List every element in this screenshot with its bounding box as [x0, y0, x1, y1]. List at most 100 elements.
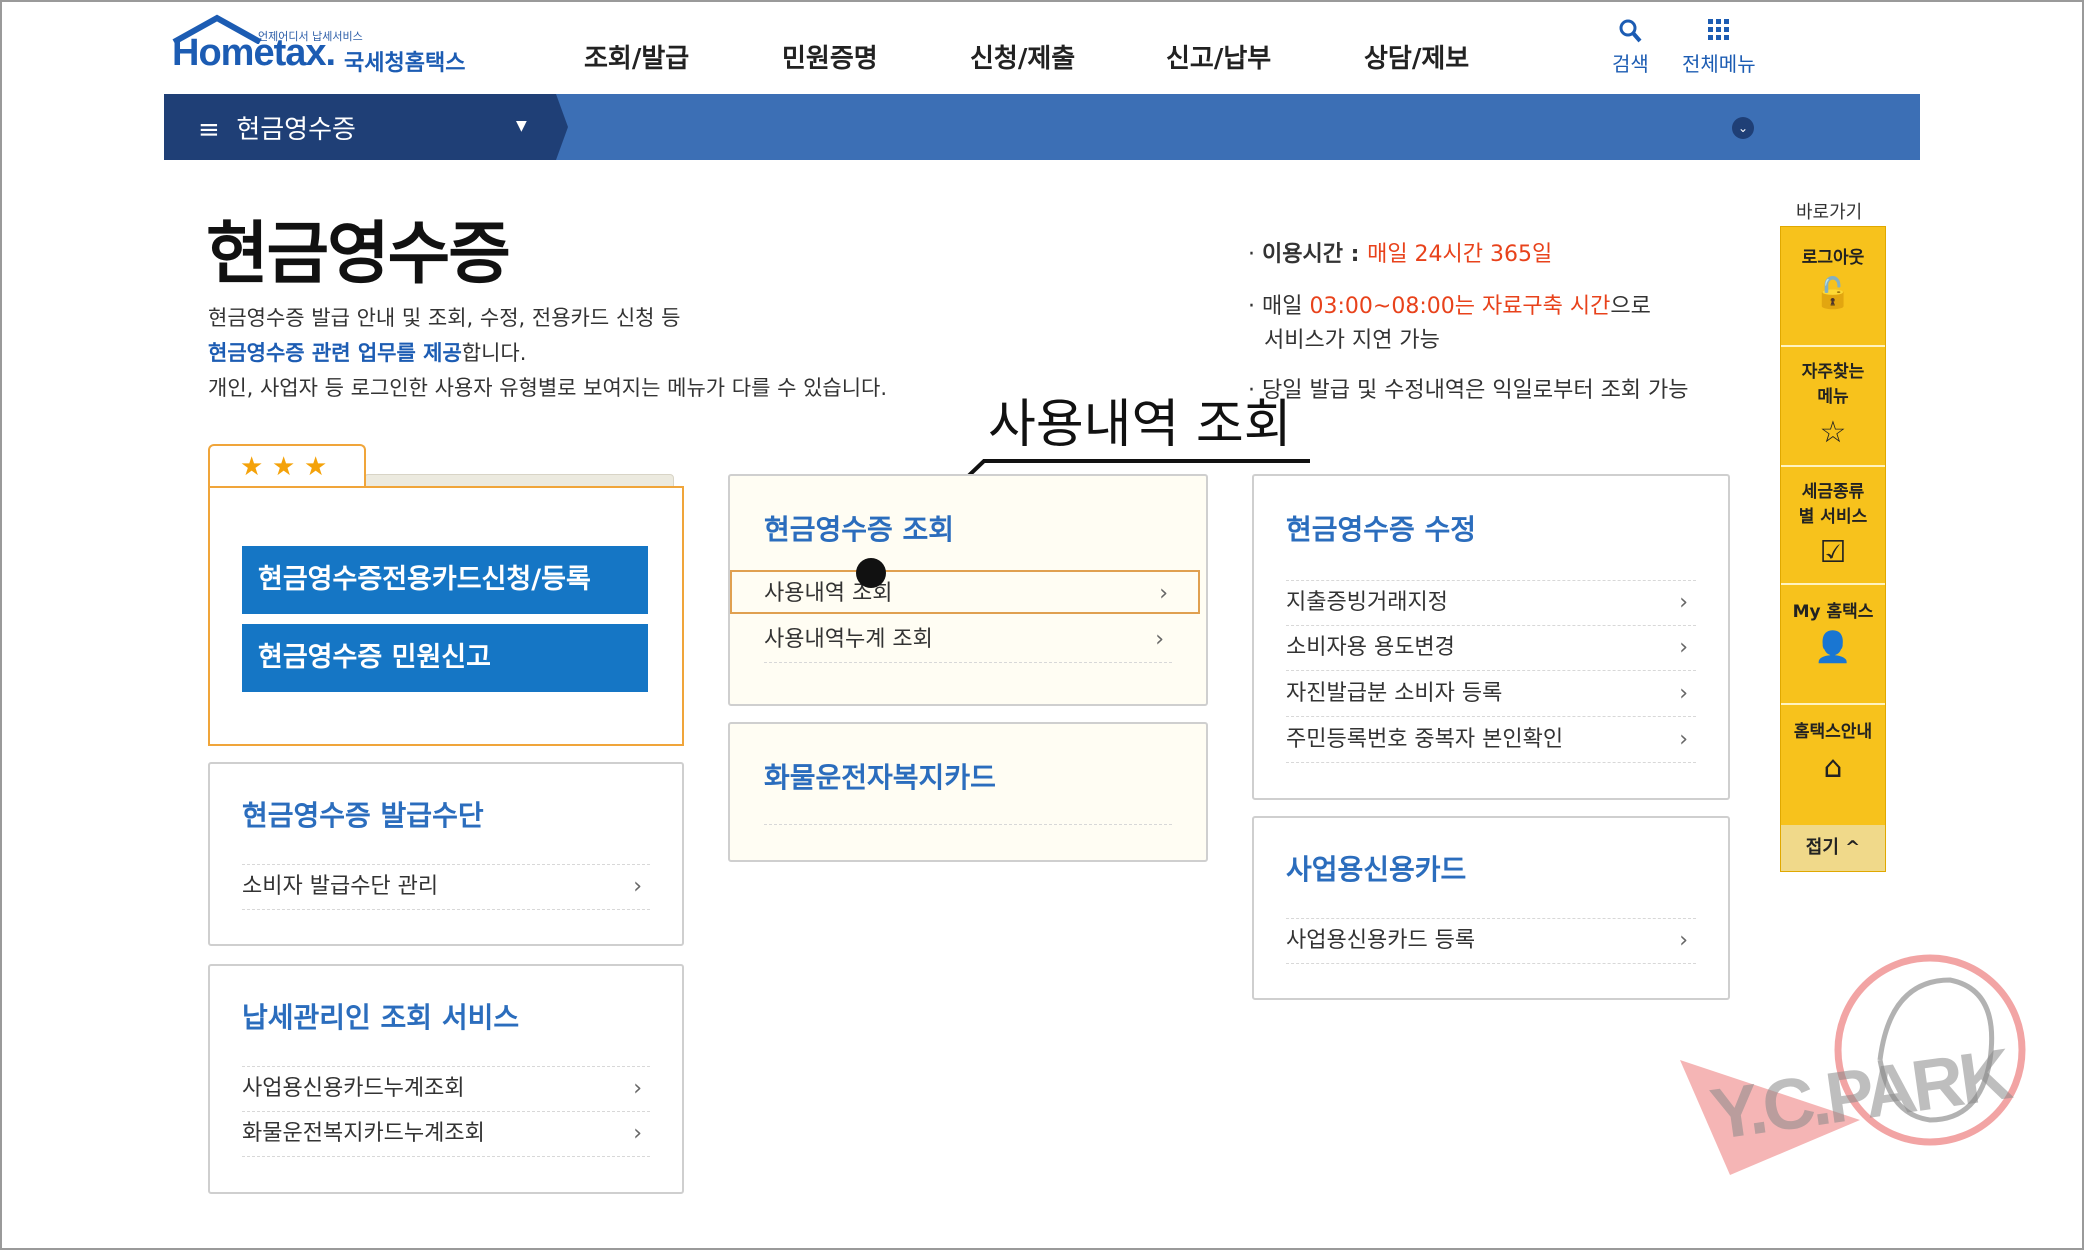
- favorites-panel: [208, 486, 684, 746]
- logout-button[interactable]: 로그아웃 🔓: [1781, 243, 1885, 311]
- star-icon: ★: [304, 452, 328, 482]
- list-item-label: 주민등록번호 중복자 본인확인: [1286, 727, 1564, 752]
- favorite-menu-button[interactable]: 자주찾는 메뉴 ☆: [1781, 357, 1885, 450]
- quick-item-label: 홈택스안내: [1793, 722, 1873, 742]
- list-item[interactable]: 사업용신용카드 등록 ›: [1286, 918, 1696, 964]
- chevron-down-circle-icon[interactable]: ⌄: [1732, 117, 1754, 139]
- service-hours-label: 이용시간 :: [1262, 242, 1368, 267]
- page-description-line1: 현금영수증 발급 안내 및 조회, 수정, 전용카드 신청 등: [208, 306, 681, 330]
- gnb-consult[interactable]: 상담/제보: [1364, 38, 1469, 75]
- list-item-label: 화물운전복지카드누계조회: [242, 1121, 485, 1146]
- issue-means-title: 현금영수증 발급수단: [242, 799, 484, 832]
- inquiry-notice: · 당일 발급 및 수정내역은 익일로부터 조회 가능: [1248, 378, 1689, 403]
- hometax-guide-button[interactable]: 홈택스안내 ⌂: [1781, 717, 1885, 785]
- maintenance-post: 으로: [1610, 294, 1651, 319]
- quick-item-label: My 홈택스: [1792, 602, 1874, 622]
- tax-agent-card: 납세관리인 조회 서비스 사업용신용카드누계조회 › 화물운전복지카드누계조회 ›: [208, 964, 684, 1194]
- tax-type-service-button[interactable]: 세금종류별 서비스 ☑: [1781, 477, 1885, 570]
- user-icon: 👤: [1814, 630, 1852, 665]
- hamburger-icon: ≡: [198, 115, 237, 145]
- list-item-label: 사용내역누계 조회: [764, 627, 933, 652]
- chevron-right-icon: ›: [1679, 727, 1688, 752]
- quick-menu: 로그아웃 🔓 자주찾는 메뉴 ☆ 세금종류별 서비스 ☑ My 홈택스 👤 홈택스안내 ⌂…: [1780, 226, 1886, 872]
- callout-label: 사용내역 조회: [988, 395, 1292, 455]
- chevron-right-icon: ›: [633, 1076, 642, 1101]
- complaint-report-button[interactable]: 현금영수증 민원신고: [242, 624, 648, 692]
- business-credit-card-card: 사업용신용카드 사업용신용카드 등록 ›: [1252, 816, 1730, 1000]
- chevron-right-icon: ›: [633, 1121, 642, 1146]
- maintenance-notice-line2: 서비스가 지연 가능: [1264, 328, 1440, 353]
- star-icon: ★: [240, 452, 264, 482]
- list-item[interactable]: 사용내역누계 조회 ›: [764, 618, 1172, 663]
- gnb-apply-submit[interactable]: 신청/제출: [970, 38, 1075, 75]
- list-item-label: 사업용신용카드 등록: [1286, 928, 1476, 953]
- cargo-welfare-title[interactable]: 화물운전자복지카드: [764, 756, 996, 796]
- service-hours-value: 매일 24시간 365일: [1367, 242, 1553, 267]
- gnb-report-pay[interactable]: 신고/납부: [1166, 38, 1271, 75]
- search-icon: [1612, 18, 1649, 48]
- list-item[interactable]: 소비자용 용도변경 ›: [1286, 626, 1696, 671]
- checkbox-icon: ☑: [1819, 535, 1847, 570]
- tax-agent-title: 납세관리인 조회 서비스: [242, 1001, 520, 1034]
- receipt-modify-card: 현금영수증 수정 지출증빙거래지정 › 소비자용 용도변경 › 자진발급분 소비자 …: [1252, 474, 1730, 800]
- hometax-logo[interactable]: Hometax.: [172, 32, 336, 75]
- divider: [1781, 345, 1885, 347]
- quick-menu-label: 바로가기: [1796, 202, 1863, 223]
- caret-down-icon[interactable]: ▼: [516, 118, 527, 134]
- receipt-modify-title: 현금영수증 수정: [1286, 513, 1477, 546]
- search-button[interactable]: 검색: [1612, 18, 1649, 77]
- list-item[interactable]: 지출증빙거래지정 ›: [1286, 580, 1696, 626]
- service-hours: · 이용시간 : 매일 24시간 365일: [1248, 242, 1553, 267]
- quick-item-label: 로그아웃: [1801, 248, 1865, 268]
- location-title-text: 현금영수증: [236, 115, 356, 145]
- maintenance-pre: 매일: [1262, 294, 1310, 319]
- divider: [1781, 703, 1885, 705]
- callout-dot: [856, 558, 886, 588]
- gnb-certificate[interactable]: 민원증명: [782, 38, 878, 75]
- page-description-line2: 현금영수증 관련 업무를 제공합니다.: [208, 337, 526, 367]
- business-credit-card-title: 사업용신용카드: [1286, 853, 1467, 886]
- unlock-icon: 🔓: [1814, 276, 1852, 311]
- usage-history-inquiry-link[interactable]: 사용내역 조회 ›: [730, 570, 1200, 614]
- all-menu-button[interactable]: 전체메뉴: [1682, 18, 1756, 77]
- location-bar-arrow: [556, 94, 568, 160]
- issue-means-card: 현금영수증 발급수단 소비자 발급수단 관리 ›: [208, 762, 684, 946]
- page-title: 현금영수증: [206, 215, 511, 294]
- chevron-right-icon: ›: [1679, 681, 1688, 706]
- receipt-inquiry-card: 현금영수증 조회 사용내역 조회 › 사용내역누계 조회 ›: [728, 474, 1208, 706]
- dedicated-card-apply-button[interactable]: 현금영수증전용카드신청/등록: [242, 546, 648, 614]
- list-item[interactable]: 주민등록번호 중복자 본인확인 ›: [1286, 718, 1696, 763]
- chevron-right-icon: ›: [1679, 590, 1688, 615]
- list-item-label: 지출증빙거래지정: [1286, 590, 1448, 615]
- page-description-line3: 개인, 사업자 등 로그인한 사용자 유형별로 보여지는 메뉴가 다를 수 있습…: [208, 376, 888, 400]
- location-title[interactable]: ≡ 현금영수증: [198, 109, 356, 146]
- description-highlight: 현금영수증 관련 업무를 제공: [208, 341, 462, 365]
- receipt-inquiry-title: 현금영수증 조회: [764, 513, 955, 546]
- logo-subtitle[interactable]: 국세청홈택스: [344, 45, 465, 77]
- my-hometax-button[interactable]: My 홈택스 👤: [1781, 597, 1885, 665]
- maintenance-notice: · 매일 03:00~08:00는 자료구축 시간으로: [1248, 294, 1651, 319]
- chevron-right-icon: ›: [1679, 928, 1688, 953]
- collapse-quick-menu-button[interactable]: 접기 ^: [1781, 825, 1885, 871]
- list-item[interactable]: 자진발급분 소비자 등록 ›: [1286, 672, 1696, 717]
- grid-icon: [1682, 18, 1756, 48]
- star-outline-icon: ☆: [1819, 415, 1847, 450]
- list-item-label: 소비자용 용도변경: [1286, 635, 1455, 660]
- list-item[interactable]: 소비자 발급수단 관리 ›: [242, 864, 650, 910]
- quick-item-label: 세금종류별 서비스: [1798, 482, 1868, 527]
- inquiry-notice-text: 당일 발급 및 수정내역은 익일로부터 조회 가능: [1262, 378, 1689, 403]
- chevron-right-icon: ›: [633, 874, 642, 899]
- favorites-tab: ★ ★ ★: [208, 444, 366, 490]
- search-label: 검색: [1612, 52, 1649, 76]
- divider: [1781, 583, 1885, 585]
- list-item-label: 사업용신용카드누계조회: [242, 1076, 465, 1101]
- list-item[interactable]: 사업용신용카드누계조회 ›: [242, 1066, 650, 1112]
- gnb-inquiry-issue[interactable]: 조회/발급: [584, 38, 689, 75]
- divider: [1781, 465, 1885, 467]
- divider: [764, 824, 1172, 825]
- maintenance-time: 03:00~08:00는 자료구축 시간: [1309, 294, 1611, 319]
- cargo-welfare-card: 화물운전자복지카드: [728, 722, 1208, 862]
- house-icon: ⌂: [1823, 750, 1843, 785]
- list-item[interactable]: 화물운전복지카드누계조회 ›: [242, 1112, 650, 1157]
- all-menu-label: 전체메뉴: [1682, 52, 1756, 76]
